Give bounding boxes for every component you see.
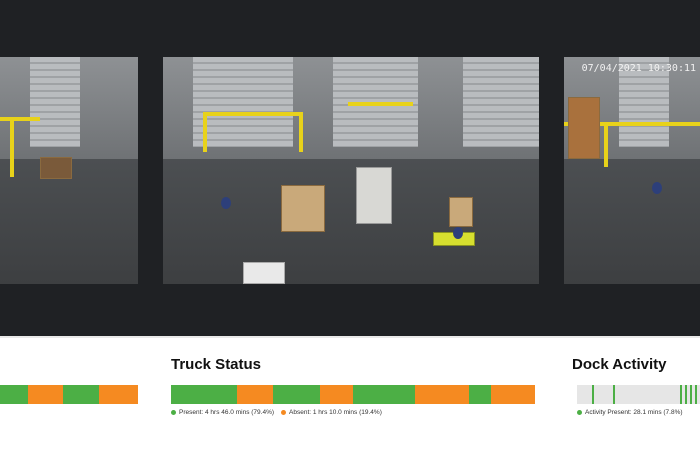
absent-dot-icon bbox=[281, 410, 287, 415]
truck-status-title: Truck Status bbox=[171, 356, 262, 373]
pallet bbox=[40, 157, 72, 179]
camera-timestamp: 07/04/2021 10:30:11 bbox=[581, 63, 696, 74]
floor bbox=[564, 159, 700, 284]
rack-post bbox=[203, 112, 207, 152]
divider bbox=[0, 336, 700, 338]
timeline-segment-absent bbox=[99, 385, 138, 404]
timeline-segment-absent bbox=[236, 385, 273, 404]
floor bbox=[163, 159, 539, 284]
present-label: Present: 4 hrs 46.0 mins (79.4%) bbox=[179, 409, 275, 416]
timeline-segment-present bbox=[352, 385, 415, 404]
timeline-segment-absent bbox=[491, 385, 535, 404]
timeline-segment-present bbox=[0, 385, 28, 404]
rack-rail bbox=[203, 112, 303, 116]
present-dot-icon bbox=[171, 410, 176, 415]
timeline-segment-absent bbox=[414, 385, 470, 404]
pallet-stack bbox=[281, 185, 325, 232]
absent-label: Absent: 1 hrs 10.0 mins (19.4%) bbox=[289, 409, 382, 416]
timeline-segment-present bbox=[171, 385, 237, 404]
truck-status-legend: Present: 4 hrs 46.0 mins (79.4%) Absent:… bbox=[171, 409, 382, 416]
rack-rail bbox=[348, 102, 413, 106]
activity-dot-icon bbox=[577, 410, 582, 415]
pallet bbox=[449, 197, 473, 227]
timeline-segment-absent bbox=[27, 385, 64, 404]
camera-feed-left[interactable] bbox=[0, 57, 138, 284]
dock-activity-legend: Activity Present: 28.1 mins (7.8%) bbox=[577, 409, 683, 416]
activity-tick bbox=[680, 385, 683, 404]
pallet bbox=[568, 97, 600, 159]
timeline-segment-present bbox=[469, 385, 492, 404]
activity-tick bbox=[690, 385, 693, 404]
activity-tick bbox=[695, 385, 698, 404]
dock-activity-timeline[interactable] bbox=[577, 385, 700, 404]
dock-door bbox=[30, 57, 80, 147]
dock-door-left bbox=[193, 57, 293, 147]
timeline-segment-present bbox=[272, 385, 321, 404]
worker bbox=[453, 227, 463, 239]
activity-tick bbox=[685, 385, 688, 404]
timeline-segment-absent bbox=[320, 385, 353, 404]
timeline-segment-present bbox=[63, 385, 100, 404]
activity-present-label: Activity Present: 28.1 mins (7.8%) bbox=[585, 409, 683, 416]
activity-tick bbox=[591, 385, 594, 404]
worker bbox=[652, 182, 662, 194]
truck-status-timeline[interactable] bbox=[171, 385, 535, 404]
rack-post bbox=[10, 117, 14, 177]
timeline-left[interactable] bbox=[0, 385, 138, 404]
box bbox=[243, 262, 285, 284]
activity-tick bbox=[612, 385, 615, 404]
forklift bbox=[356, 167, 392, 224]
dock-door-right bbox=[463, 57, 539, 147]
rack-post bbox=[299, 112, 303, 152]
dock-activity-title: Dock Activity bbox=[572, 356, 667, 373]
worker bbox=[221, 197, 231, 209]
rack-post bbox=[604, 122, 608, 167]
camera-feed-right[interactable]: 07/04/2021 10:30:11 bbox=[564, 57, 700, 284]
camera-feed-center[interactable] bbox=[163, 57, 539, 284]
rack-rail bbox=[0, 117, 40, 121]
